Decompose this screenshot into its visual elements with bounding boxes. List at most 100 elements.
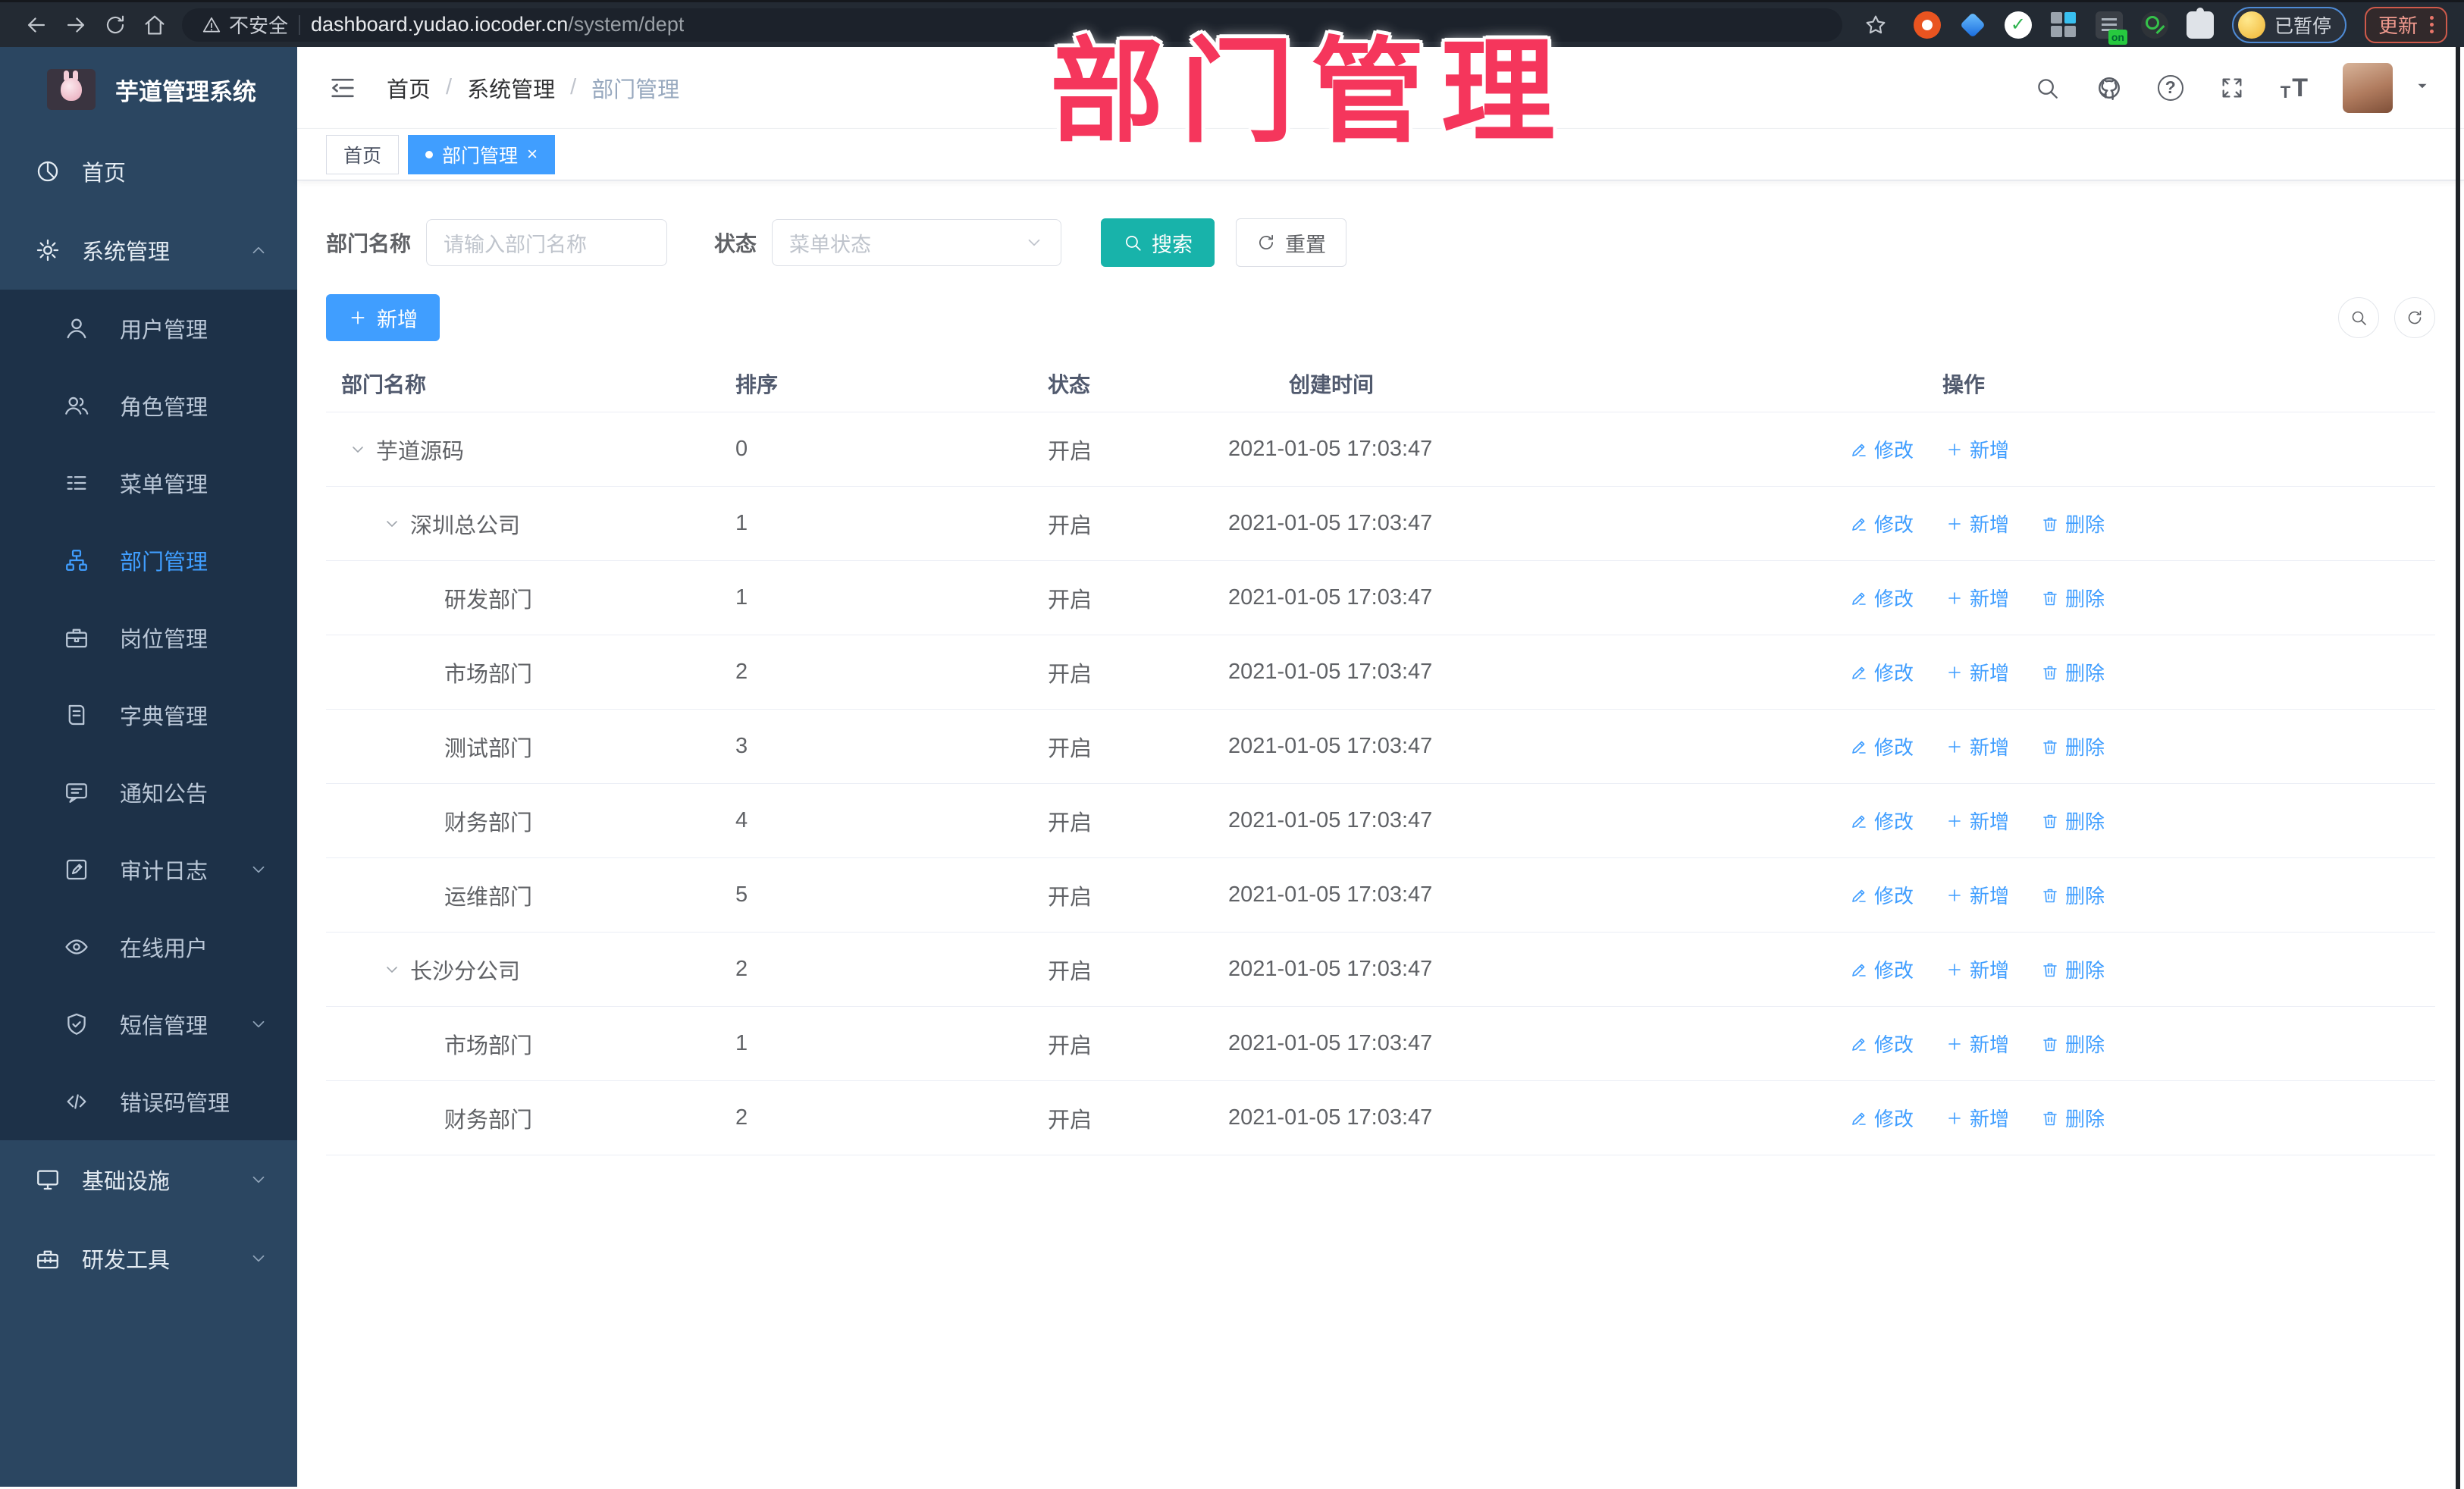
browser-reload-button[interactable] xyxy=(96,5,135,45)
add-child-link[interactable]: 新增 xyxy=(1945,435,2009,463)
browser-scrollbar[interactable] xyxy=(2456,47,2460,1489)
plus-icon xyxy=(1945,589,1964,607)
delete-link[interactable]: 删除 xyxy=(2041,1104,2105,1132)
edit-link[interactable]: 修改 xyxy=(1850,955,1914,983)
gear-icon xyxy=(35,237,61,263)
delete-link[interactable]: 删除 xyxy=(2041,807,2105,835)
dept-name-input[interactable]: 请输入部门名称 xyxy=(426,219,668,266)
sidebar-menu-item[interactable]: 研发工具 xyxy=(0,1219,297,1298)
sort-cell: 2 xyxy=(735,1105,748,1130)
tab-close-icon[interactable]: × xyxy=(527,145,538,164)
sidebar-logo[interactable]: 芋道管理系统 xyxy=(0,47,297,132)
extension-check-icon[interactable]: ✓ xyxy=(2004,11,2032,39)
edit-link[interactable]: 修改 xyxy=(1850,1104,1914,1132)
bookmark-star-icon[interactable] xyxy=(1856,5,1895,45)
reset-button-icon xyxy=(1256,233,1276,252)
expand-arrow-icon[interactable] xyxy=(383,514,403,534)
edit-link[interactable]: 修改 xyxy=(1850,807,1914,835)
add-child-link[interactable]: 新增 xyxy=(1945,1030,2009,1058)
mini-search-button[interactable] xyxy=(2338,297,2379,338)
add-child-link[interactable]: 新增 xyxy=(1945,807,2009,835)
collapse-menu-icon[interactable] xyxy=(328,73,358,103)
extension-on-switch-icon[interactable]: on xyxy=(2095,11,2127,45)
browser-home-button[interactable] xyxy=(135,5,174,45)
edit-link[interactable]: 修改 xyxy=(1850,1030,1914,1058)
fullscreen-icon[interactable] xyxy=(2218,74,2246,102)
search-button[interactable]: 搜索 xyxy=(1101,218,1215,267)
search-icon[interactable] xyxy=(2033,74,2061,102)
address-bar[interactable]: 不安全 dashboard.yudao.iocoder.cn/system/de… xyxy=(182,8,1842,42)
sidebar-menu-item[interactable]: 角色管理 xyxy=(0,367,297,444)
browser-forward-button[interactable] xyxy=(56,5,96,45)
plus-icon xyxy=(1945,812,1964,830)
created-cell: 2021-01-05 17:03:47 xyxy=(1228,660,1433,684)
delete-link[interactable]: 删除 xyxy=(2041,732,2105,760)
browser-menu-icon[interactable] xyxy=(2430,16,2434,33)
sidebar-menu-item[interactable]: 首页 xyxy=(0,132,297,211)
sidebar-menu-item[interactable]: 菜单管理 xyxy=(0,444,297,522)
add-child-link[interactable]: 新增 xyxy=(1945,1104,2009,1132)
add-child-link[interactable]: 新增 xyxy=(1945,584,2009,612)
page-tab[interactable]: 首页 xyxy=(326,134,400,174)
delete-link[interactable]: 删除 xyxy=(2041,881,2105,909)
user-avatar[interactable] xyxy=(2343,62,2393,113)
edit-link[interactable]: 修改 xyxy=(1850,881,1914,909)
sidebar-menu-item[interactable]: 通知公告 xyxy=(0,754,297,831)
add-child-link[interactable]: 新增 xyxy=(1945,955,2009,983)
sidebar-menu-item[interactable]: 系统管理 xyxy=(0,211,297,290)
extension-key-icon[interactable] xyxy=(2140,11,2168,39)
created-cell: 2021-01-05 17:03:47 xyxy=(1228,957,1433,981)
delete-link[interactable]: 删除 xyxy=(2041,955,2105,983)
page-tab[interactable]: 部门管理 × xyxy=(408,134,556,174)
status-select[interactable]: 菜单状态 xyxy=(772,219,1062,266)
breadcrumb-home[interactable]: 首页 xyxy=(387,72,431,104)
extension-gem-icon[interactable] xyxy=(1959,11,1986,39)
help-icon[interactable]: ? xyxy=(2157,74,2183,101)
browser-back-button[interactable] xyxy=(17,5,56,45)
edit-link[interactable]: 修改 xyxy=(1850,584,1914,612)
extension-ubuntu-icon[interactable] xyxy=(1913,11,1941,39)
expand-arrow-icon[interactable] xyxy=(349,440,368,459)
sidebar-menu-item[interactable]: 用户管理 xyxy=(0,290,297,367)
sidebar-menu-item[interactable]: 错误码管理 xyxy=(0,1063,297,1140)
browser-profile-button[interactable]: 已暂停 xyxy=(2231,6,2346,43)
sidebar-menu-item[interactable]: 字典管理 xyxy=(0,676,297,754)
security-status[interactable]: 不安全 xyxy=(202,11,288,39)
logo-rabbit-avatar xyxy=(47,69,96,110)
sidebar-menu-item[interactable]: 短信管理 xyxy=(0,986,297,1063)
delete-link[interactable]: 删除 xyxy=(2041,509,2105,538)
delete-link[interactable]: 删除 xyxy=(2041,584,2105,612)
font-size-icon[interactable]: TT xyxy=(2281,75,2308,101)
extension-grid-icon[interactable] xyxy=(2050,11,2077,39)
status-cell: 开启 xyxy=(1048,959,1092,984)
add-dept-button[interactable]: 新增 xyxy=(326,294,440,341)
sidebar-menu-item[interactable]: 在线用户 xyxy=(0,908,297,986)
expand-arrow-icon[interactable] xyxy=(383,960,403,980)
extension-puzzle-icon[interactable] xyxy=(2186,7,2214,39)
github-icon[interactable] xyxy=(2096,74,2123,102)
delete-link[interactable]: 删除 xyxy=(2041,1030,2105,1058)
col-header-ops: 操作 xyxy=(1942,372,1986,397)
add-child-link[interactable]: 新增 xyxy=(1945,658,2009,686)
edit-link[interactable]: 修改 xyxy=(1850,658,1914,686)
add-child-link[interactable]: 新增 xyxy=(1945,509,2009,538)
breadcrumb-system[interactable]: 系统管理 xyxy=(467,72,555,104)
sidebar-menu-item[interactable]: 基础设施 xyxy=(0,1140,297,1219)
reset-button[interactable]: 重置 xyxy=(1236,218,1347,267)
sidebar-menu-item[interactable]: 审计日志 xyxy=(0,831,297,908)
edit-pencil-icon xyxy=(1850,1109,1868,1127)
sidebar-menu-item[interactable]: 岗位管理 xyxy=(0,599,297,676)
browser-update-button[interactable]: 更新 xyxy=(2364,6,2447,43)
delete-link[interactable]: 删除 xyxy=(2041,658,2105,686)
plus-icon xyxy=(348,308,368,328)
mini-refresh-button[interactable] xyxy=(2394,297,2435,338)
edit-link[interactable]: 修改 xyxy=(1850,435,1914,463)
add-child-link[interactable]: 新增 xyxy=(1945,881,2009,909)
avatar-caret-icon[interactable] xyxy=(2414,77,2431,98)
edit-link[interactable]: 修改 xyxy=(1850,732,1914,760)
trash-icon xyxy=(2041,515,2059,533)
edit-link[interactable]: 修改 xyxy=(1850,509,1914,538)
sidebar-menu-item[interactable]: 部门管理 xyxy=(0,522,297,599)
table-row: 研发部门 1 开启 2021-01-05 17:03:47 修改 新增 删除 xyxy=(326,561,2435,635)
add-child-link[interactable]: 新增 xyxy=(1945,732,2009,760)
